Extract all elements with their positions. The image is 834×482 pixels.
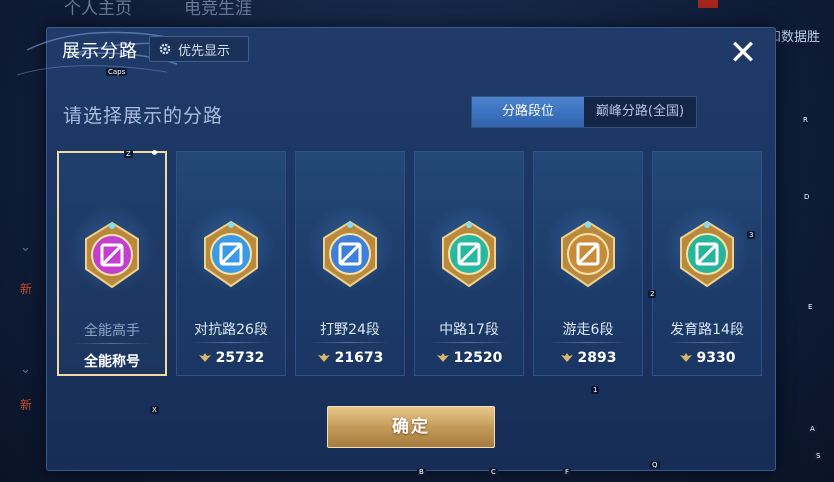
lane-card-label: 全能高手 <box>84 323 140 339</box>
key-hint-r: R <box>801 116 810 124</box>
lane-card[interactable]: 打野24段 21673 <box>295 151 405 376</box>
chevron-down-icon: ⌄ <box>20 240 31 255</box>
lane-card-score: 25732 <box>215 350 265 366</box>
bg-tab-profile: 个人主页 <box>64 0 132 19</box>
bg-tab-esports: 电竞生涯 <box>184 0 252 19</box>
divider <box>73 343 151 344</box>
tab-lane-rank[interactable]: 分路段位 <box>472 97 584 127</box>
lane-card-score: 2893 <box>577 350 617 366</box>
key-hint-d: D <box>802 193 812 201</box>
divider <box>429 342 509 343</box>
tab-peak-lane[interactable]: 巅峰分路(全国) <box>584 97 696 127</box>
score-wing-icon <box>436 353 449 362</box>
lane-card-score: 9330 <box>696 350 736 366</box>
lane-card[interactable]: 游走6段 2893 <box>533 151 643 376</box>
lane-card-score: 全能称号 <box>84 354 140 370</box>
key-hint-3: 3 <box>747 231 756 239</box>
dialog-swirl-decoration <box>17 31 198 76</box>
lane-card-list: 全能高手 全能称号 对抗路26段 25732 打野24段 21673 中路17段 12520 游… <box>57 150 762 376</box>
key-hint-s: S <box>814 452 823 460</box>
divider <box>310 342 390 343</box>
lane-card[interactable]: 全能高手 全能称号 <box>57 150 167 376</box>
farm-lane-badge-icon <box>680 220 734 288</box>
select-lane-prompt: 请选择展示的分路 <box>63 105 224 127</box>
dialog-title: 展示分路 <box>62 41 138 62</box>
lane-card-value: 9330 <box>653 350 761 366</box>
selected-indicator <box>152 150 157 155</box>
priority-display-label: 优先显示 <box>178 43 231 59</box>
score-wing-icon <box>679 353 692 362</box>
divider <box>548 342 628 343</box>
key-hint-c: C <box>489 468 498 476</box>
lane-card-score: 12520 <box>453 350 503 366</box>
priority-display-button[interactable]: 优先显示 <box>149 36 249 62</box>
key-hint-e: E <box>806 303 815 311</box>
close-icon: ✕ <box>728 33 758 73</box>
lane-card-value: 全能称号 <box>59 351 165 371</box>
new-badge: 新 <box>20 398 33 412</box>
key-hint-q: Q <box>650 461 660 469</box>
key-hint-2: 2 <box>648 290 657 298</box>
vip-badge <box>698 0 718 8</box>
key-hint-caps: Caps <box>106 68 128 76</box>
all-round-badge-icon <box>85 221 139 289</box>
roam-badge-icon <box>561 220 615 288</box>
key-hint-x: X <box>150 406 159 414</box>
lane-card[interactable]: 中路17段 12520 <box>414 151 524 376</box>
score-wing-icon <box>198 353 211 362</box>
jungle-badge-icon <box>323 220 377 288</box>
lane-card[interactable]: 对抗路26段 25732 <box>176 151 286 376</box>
lane-card-label: 中路17段 <box>439 322 499 338</box>
score-wing-icon <box>560 353 573 362</box>
confirm-button[interactable]: 确定 <box>327 406 495 448</box>
clash-lane-badge-icon <box>204 220 258 288</box>
lane-card-label: 打野24段 <box>320 322 380 338</box>
lane-display-dialog: 展示分路 优先显示 ✕ 请选择展示的分路 分路段位 巅峰分路(全国) 全能高手全… <box>17 27 776 471</box>
key-hint-z: Z <box>124 150 133 158</box>
lane-card-value: 2893 <box>534 350 642 366</box>
chevron-down-icon: ⌄ <box>20 362 31 377</box>
key-hint-f: F <box>563 468 572 476</box>
score-wing-icon <box>317 353 330 362</box>
key-hint-b: B <box>417 468 426 476</box>
lane-card-label: 游走6段 <box>562 322 614 338</box>
lane-card-value: 21673 <box>296 350 404 366</box>
mid-lane-badge-icon <box>442 220 496 288</box>
lane-card-label: 对抗路26段 <box>194 322 268 338</box>
key-hint-1: 1 <box>591 386 600 394</box>
lane-card-value: 25732 <box>177 350 285 366</box>
new-badge: 新 <box>20 282 33 296</box>
lane-card[interactable]: 发育路14段 9330 <box>652 151 762 376</box>
divider <box>191 342 271 343</box>
gear-icon <box>159 43 171 55</box>
key-hint-a: A <box>808 425 817 433</box>
lane-card-value: 12520 <box>415 350 523 366</box>
lane-card-label: 发育路14段 <box>670 322 744 338</box>
divider <box>667 342 747 343</box>
lane-card-score: 21673 <box>334 350 384 366</box>
close-button[interactable]: ✕ <box>723 34 763 74</box>
lane-tabs: 分路段位 巅峰分路(全国) <box>471 96 697 128</box>
